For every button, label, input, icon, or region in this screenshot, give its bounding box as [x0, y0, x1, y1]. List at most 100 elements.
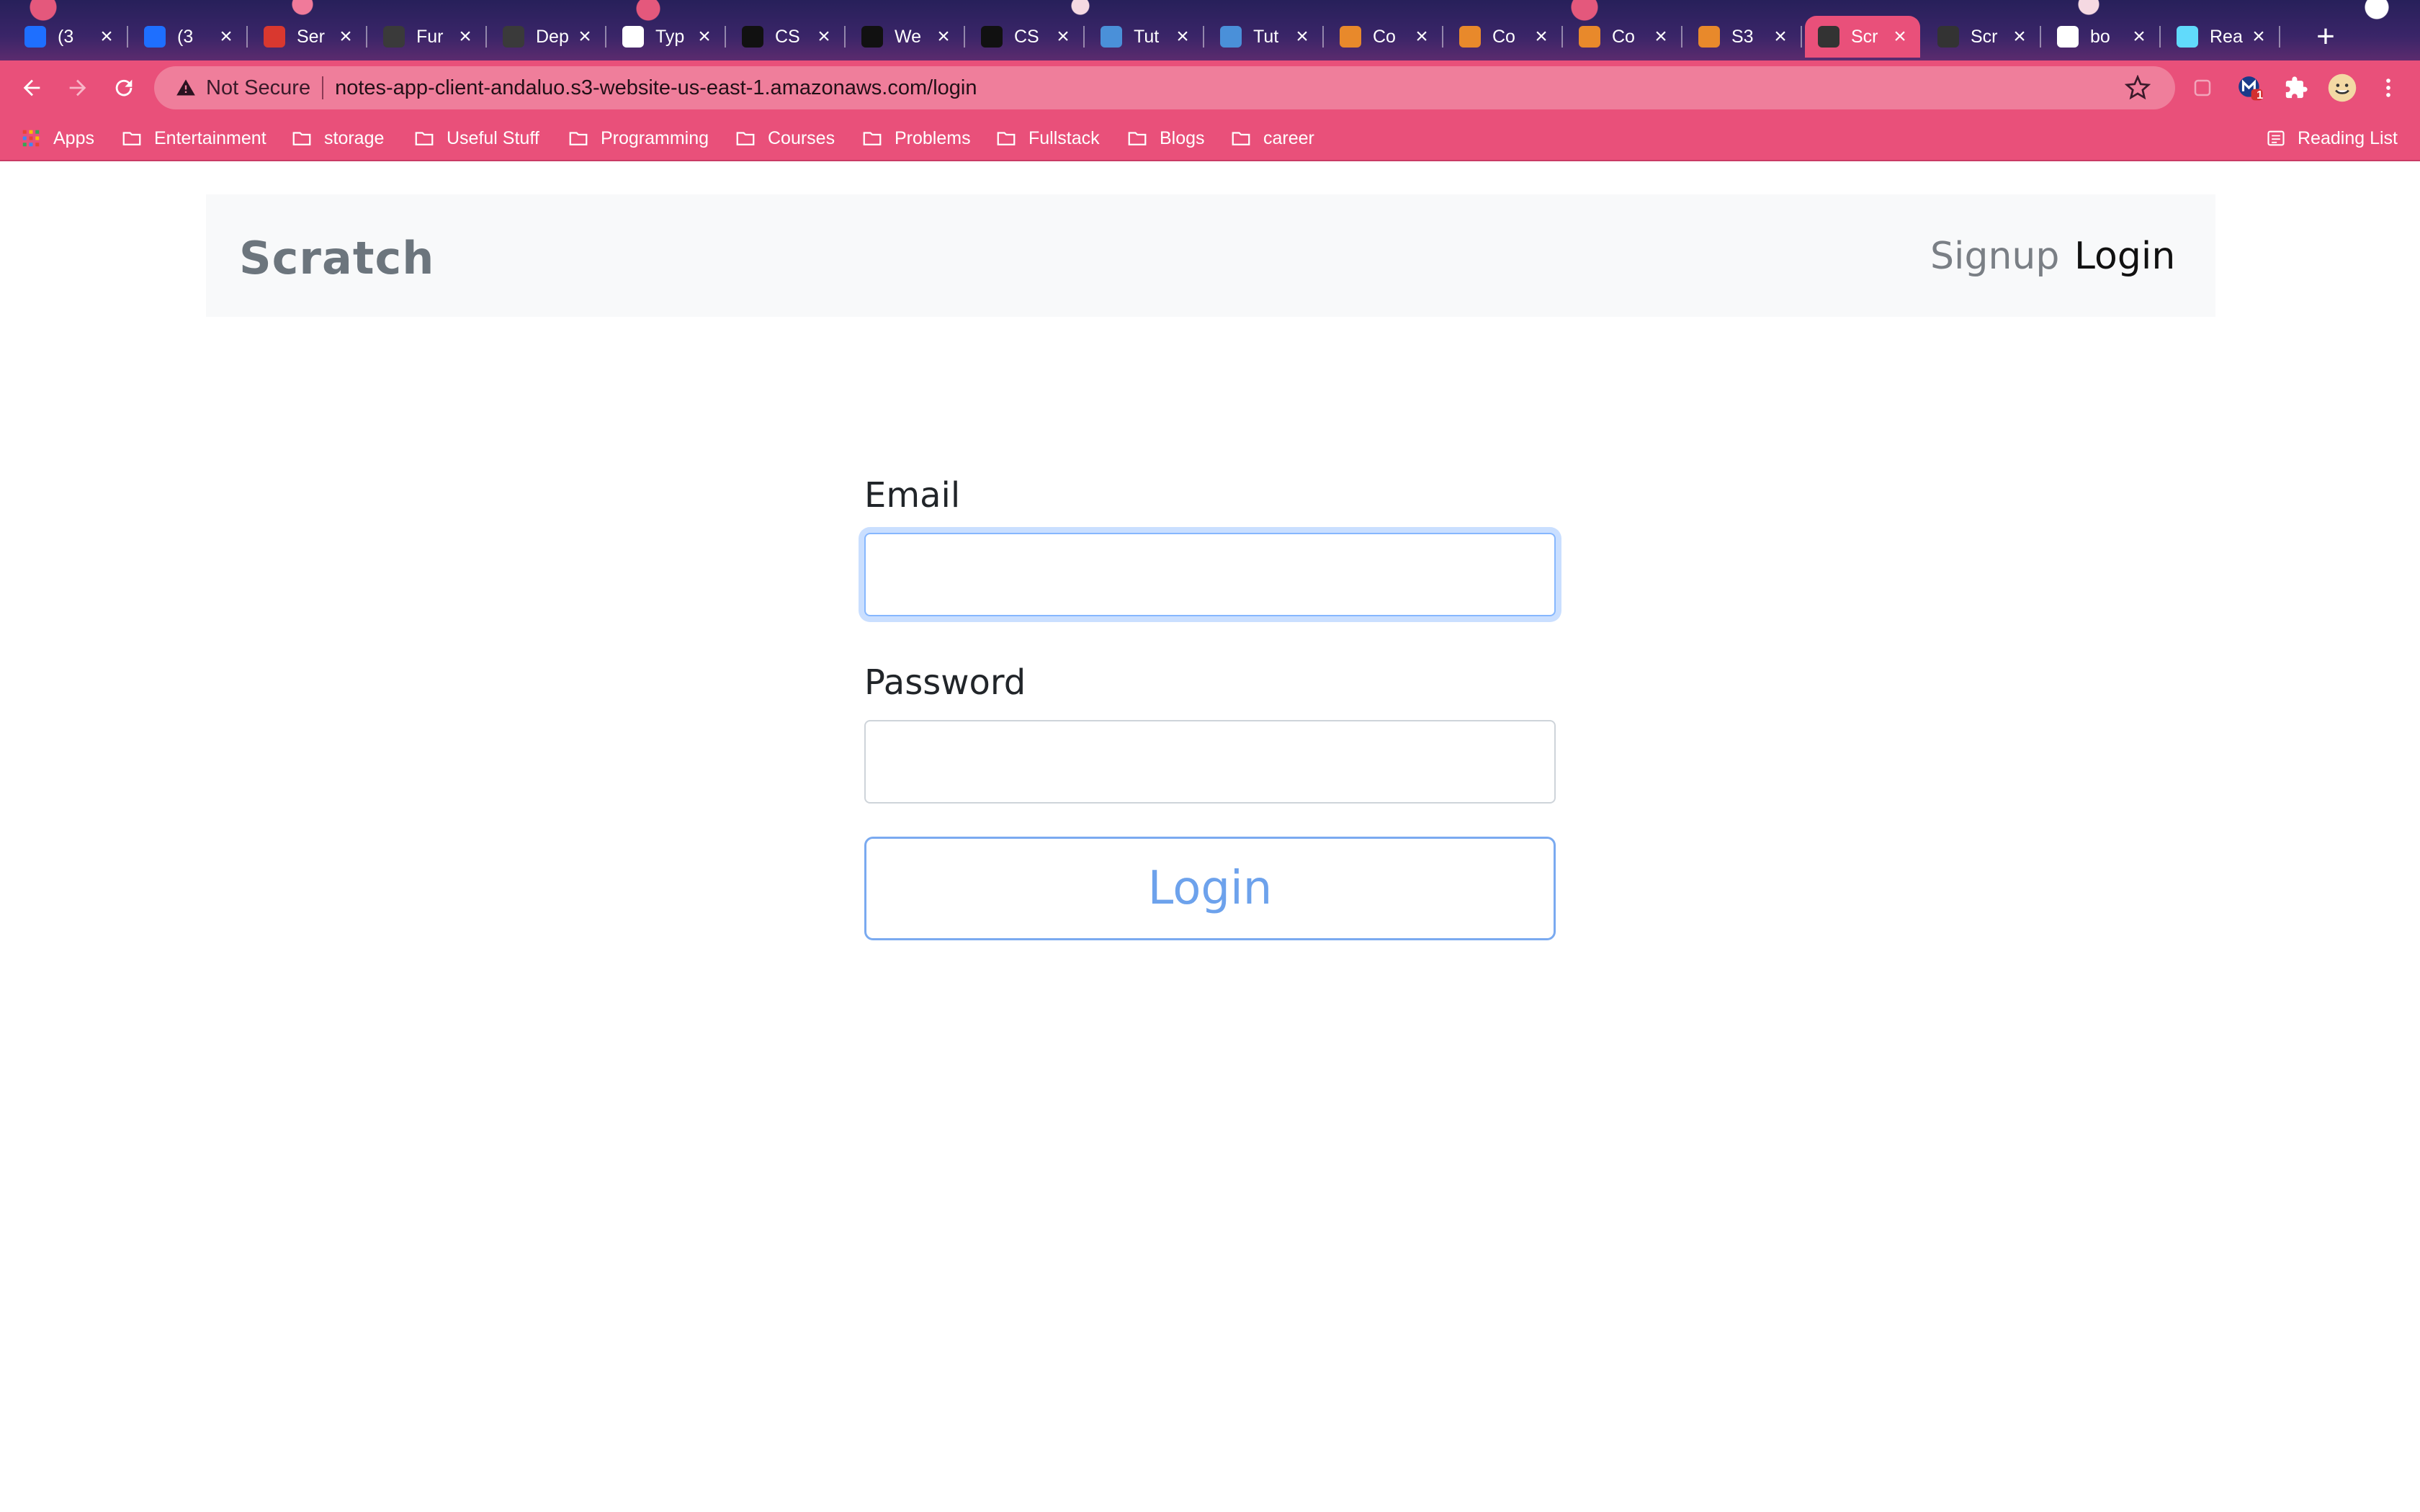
bookmark-folder[interactable]: Courses: [735, 125, 835, 151]
folder-icon: [1128, 132, 1147, 145]
tab-title: CS: [775, 26, 800, 47]
extensions-menu-button[interactable]: [2279, 71, 2313, 105]
close-tab-icon[interactable]: ×: [933, 24, 954, 48]
tab-strip: (3 × (3 × Ser × Fur × Dep × Typ × CS × We × CS × Tut × Tut × C…: [0, 0, 2420, 60]
bookmark-folder[interactable]: career: [1230, 125, 1314, 151]
github-icon: [861, 26, 883, 48]
bookmark-folder[interactable]: Programming: [568, 125, 709, 151]
tab-separator: [2159, 26, 2161, 48]
aws-cube-icon: [1340, 26, 1361, 48]
browser-tab[interactable]: Rea ×: [2164, 16, 2280, 58]
bookmark-folder[interactable]: Fullstack: [995, 125, 1100, 151]
browser-tab[interactable]: Scr ×: [1924, 16, 2041, 58]
close-tab-icon[interactable]: ×: [97, 24, 117, 48]
reload-icon: [115, 79, 133, 96]
globe-icon: [503, 26, 524, 48]
browser-tab[interactable]: CS ×: [968, 16, 1085, 58]
bookmark-star-icon[interactable]: [2125, 75, 2151, 101]
email-field[interactable]: [864, 533, 1556, 616]
close-tab-icon[interactable]: ×: [1053, 24, 1073, 48]
bookmark-folder[interactable]: Problems: [861, 125, 971, 151]
close-tab-icon[interactable]: ×: [455, 24, 475, 48]
warning-triangle-icon: [176, 79, 195, 96]
close-tab-icon[interactable]: ×: [2009, 24, 2030, 48]
browser-tab[interactable]: S3 ×: [1685, 16, 1802, 58]
tab-title: Co: [1492, 26, 1515, 47]
arrow-left-icon: [23, 79, 40, 96]
browser-tab[interactable]: bo ×: [2044, 16, 2161, 58]
extension-button[interactable]: 1: [2233, 71, 2267, 105]
close-tab-icon[interactable]: ×: [694, 24, 714, 48]
browser-tab[interactable]: CS ×: [729, 16, 846, 58]
bookmark-folder[interactable]: storage: [291, 125, 384, 151]
close-tab-icon[interactable]: ×: [216, 24, 236, 48]
folder-icon: [863, 132, 882, 145]
close-tab-icon[interactable]: ×: [575, 24, 595, 48]
close-tab-icon[interactable]: ×: [814, 24, 834, 48]
security-status[interactable]: Not Secure: [206, 76, 310, 100]
bookmark-folder[interactable]: Entertainment: [121, 125, 266, 151]
close-tab-icon[interactable]: ×: [1412, 24, 1432, 48]
tab-title: Rea: [2210, 26, 2243, 47]
login-link[interactable]: Login: [2074, 235, 2175, 278]
back-button[interactable]: [14, 71, 49, 105]
tab-separator: [605, 26, 606, 48]
profile-button[interactable]: [2325, 71, 2360, 105]
browser-tab[interactable]: Fur ×: [370, 16, 487, 58]
close-tab-icon[interactable]: ×: [1770, 24, 1791, 48]
browser-tab[interactable]: Ser ×: [251, 16, 367, 58]
app-navbar: Scratch Signup Login: [206, 194, 2215, 317]
tab-title: Co: [1373, 26, 1396, 47]
avatar-icon: [2328, 73, 2357, 102]
tab-separator: [1442, 26, 1443, 48]
zhihu-icon: [24, 26, 46, 48]
forward-button[interactable]: [60, 71, 95, 105]
password-field[interactable]: [864, 720, 1556, 804]
folder-icon: [415, 132, 434, 145]
close-tab-icon[interactable]: ×: [2129, 24, 2149, 48]
brand-logo-link[interactable]: Scratch: [239, 232, 434, 284]
apps-shortcut[interactable]: Apps: [20, 125, 94, 151]
aws-cube-icon: [1698, 26, 1720, 48]
tab-title: Co: [1612, 26, 1635, 47]
reading-list-button[interactable]: Reading List: [2266, 125, 2398, 151]
tab-title: Dep: [536, 26, 569, 47]
browser-menu-button[interactable]: [2371, 71, 2406, 105]
login-submit-button[interactable]: Login: [864, 837, 1556, 940]
close-tab-icon[interactable]: ×: [2249, 24, 2269, 48]
browser-tab[interactable]: Scr ×: [1805, 16, 1920, 58]
browser-tab[interactable]: (3 ×: [12, 16, 128, 58]
signup-link[interactable]: Signup: [1930, 235, 2059, 278]
close-tab-icon[interactable]: ×: [1173, 24, 1193, 48]
close-tab-icon[interactable]: ×: [1651, 24, 1671, 48]
close-tab-icon[interactable]: ×: [1531, 24, 1551, 48]
tab-separator: [844, 26, 846, 48]
extension-placeholder-button[interactable]: [2185, 71, 2220, 105]
browser-tab[interactable]: Co ×: [1327, 16, 1443, 58]
login-form: Email Password Login: [864, 475, 1556, 940]
browser-tab[interactable]: We ×: [848, 16, 965, 58]
browser-tab[interactable]: Tut ×: [1207, 16, 1324, 58]
close-tab-icon[interactable]: ×: [1890, 24, 1910, 48]
tab-separator: [1801, 26, 1802, 48]
tab-separator: [964, 26, 965, 48]
folder-icon: [736, 132, 755, 145]
url-text[interactable]: notes-app-client-andaluo.s3-website-us-e…: [335, 76, 977, 100]
browser-tab[interactable]: Co ×: [1446, 16, 1563, 58]
close-tab-icon[interactable]: ×: [336, 24, 356, 48]
bookmark-folder[interactable]: Blogs: [1126, 125, 1205, 151]
bookmark-folder[interactable]: Useful Stuff: [413, 125, 539, 151]
password-label: Password: [864, 662, 1026, 703]
new-tab-button[interactable]: +: [2309, 19, 2342, 54]
browser-tab[interactable]: Typ ×: [609, 16, 726, 58]
browser-tab[interactable]: Dep ×: [490, 16, 606, 58]
tab-separator: [2279, 26, 2280, 48]
browser-tab[interactable]: (3 ×: [131, 16, 248, 58]
bookmark-label: Entertainment: [154, 127, 266, 148]
close-tab-icon[interactable]: ×: [1292, 24, 1312, 48]
reload-button[interactable]: [107, 71, 141, 105]
browser-tab[interactable]: Co ×: [1566, 16, 1682, 58]
browser-tab[interactable]: Tut ×: [1088, 16, 1204, 58]
address-bar[interactable]: Not Secure notes-app-client-andaluo.s3-w…: [154, 66, 2175, 109]
react-icon: [2177, 26, 2198, 48]
